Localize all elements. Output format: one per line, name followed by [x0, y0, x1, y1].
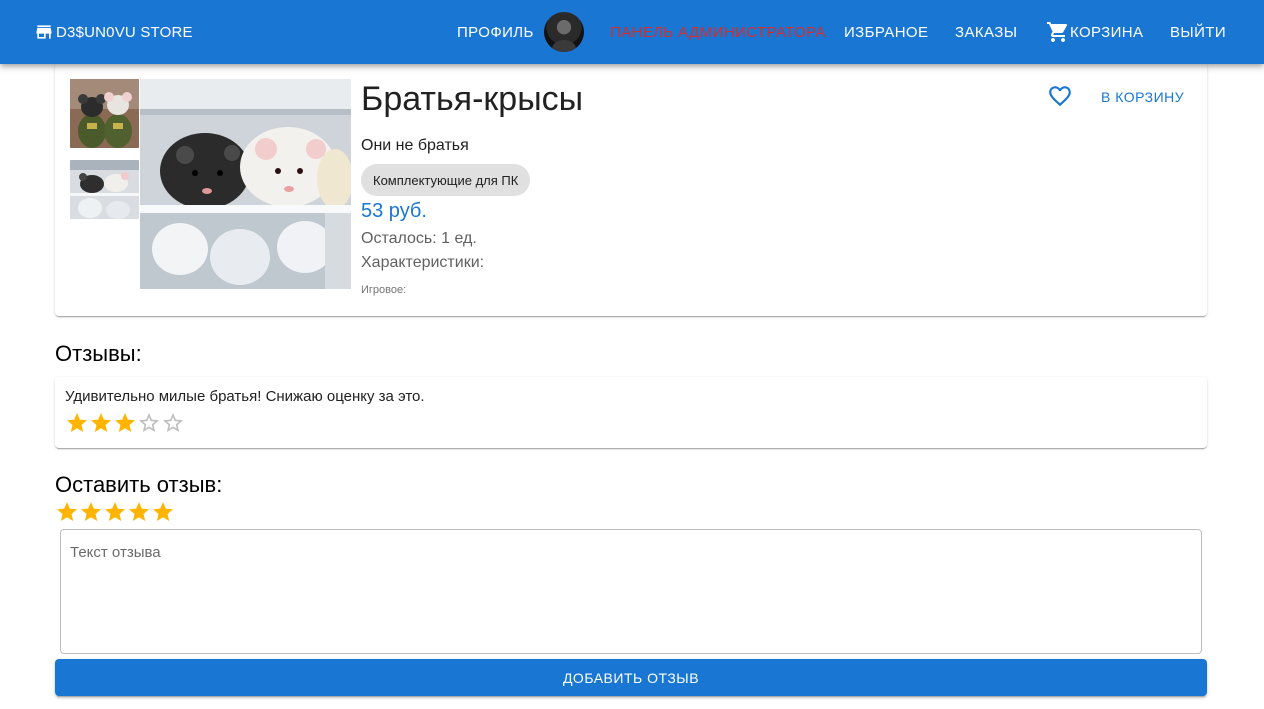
product-title: Братья-крысы	[361, 80, 584, 118]
admin-panel-link[interactable]: ПАНЕЛЬ АДМИНИСТРАТОРА	[602, 14, 834, 50]
star-filled-icon[interactable]	[127, 500, 151, 524]
star-filled-icon[interactable]	[55, 500, 79, 524]
add-review-button[interactable]: ДОБАВИТЬ ОТЗЫВ	[55, 659, 1207, 696]
cart-label: КОРЗИНА	[1070, 23, 1144, 41]
admin-panel-label: ПАНЕЛЬ АДМИНИСТРАТОРА	[610, 23, 826, 41]
rats-fridge-image	[140, 79, 351, 289]
star-outline-icon	[139, 413, 159, 432]
category-chip-label: Комплектующие для ПК	[373, 172, 519, 188]
logout-button[interactable]: ВЫЙТИ	[1162, 14, 1234, 50]
new-review-rating[interactable]	[55, 500, 175, 524]
star-filled-icon	[67, 413, 87, 432]
review-text: Удивительно милые братья! Снижаю оценку …	[65, 388, 425, 405]
brand-name: D3$UN0VU STORE	[56, 23, 193, 41]
store-icon	[36, 25, 52, 39]
review-textarea-wrapper	[60, 529, 1202, 654]
cart-link[interactable]: КОРЗИНА	[1038, 14, 1151, 50]
product-thumbnail-2[interactable]	[70, 160, 139, 219]
leave-review-heading: Оставить отзыв:	[55, 472, 223, 497]
favorite-button[interactable]	[1047, 83, 1077, 113]
cart-icon	[1047, 22, 1068, 42]
review-rating	[65, 411, 185, 435]
category-chip[interactable]: Комплектующие для ПК	[361, 164, 531, 196]
specs-heading: Характеристики:	[361, 254, 485, 271]
logout-label: ВЫЙТИ	[1170, 23, 1227, 41]
favorites-label: ИЗБРАНОЕ	[844, 23, 929, 41]
product-main-image[interactable]	[140, 79, 351, 289]
spec-row: Игровое:	[361, 284, 407, 296]
review-text-input[interactable]	[61, 530, 1201, 653]
star-filled-icon	[91, 413, 111, 432]
orders-link[interactable]: ЗАКАЗЫ	[947, 14, 1025, 50]
heart-outline-icon	[1049, 86, 1071, 107]
star-filled-icon	[115, 413, 135, 432]
reviews-heading: Отзывы:	[55, 341, 142, 366]
rats-fridge-thumb-image	[70, 160, 139, 219]
add-to-cart-label: В КОРЗИНУ	[1101, 89, 1185, 105]
orders-label: ЗАКАЗЫ	[955, 23, 1018, 41]
product-stock: Осталось: 1 ед.	[361, 230, 477, 247]
star-filled-icon[interactable]	[79, 500, 103, 524]
review-card: Удивительно милые братья! Снижаю оценку …	[55, 377, 1207, 448]
profile-label: ПРОФИЛЬ	[457, 23, 534, 41]
star-outline-icon	[163, 413, 183, 432]
app-bar: D3$UN0VU STORE ПРОФИЛЬ ПАНЕЛЬ АДМИНИСТРА…	[0, 0, 1264, 64]
favorites-link[interactable]: ИЗБРАНОЕ	[836, 14, 936, 50]
brand-link[interactable]: D3$UN0VU STORE	[34, 22, 193, 42]
add-review-label: ДОБАВИТЬ ОТЗЫВ	[562, 669, 700, 686]
product-description: Они не братья	[361, 137, 469, 154]
product-thumbnail-1[interactable]	[70, 79, 139, 148]
rats-uniform-image	[70, 79, 139, 148]
avatar	[543, 12, 584, 52]
profile-button[interactable]: ПРОФИЛЬ	[449, 12, 592, 52]
product-price: 53 руб.	[361, 200, 427, 222]
product-card: Братья-крысы Они не братья Комплектующие…	[55, 62, 1207, 316]
star-filled-icon[interactable]	[103, 500, 127, 524]
add-to-cart-button[interactable]: В КОРЗИНУ	[1091, 84, 1194, 110]
star-filled-icon[interactable]	[151, 500, 175, 524]
